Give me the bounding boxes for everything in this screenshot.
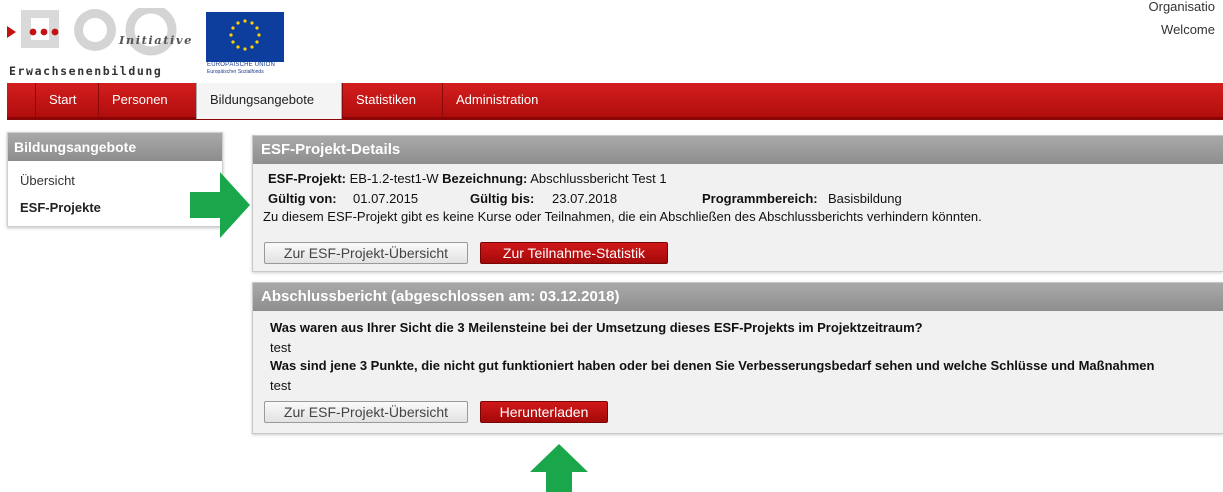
nav-tab-statistiken[interactable]: Statistiken: [342, 83, 442, 117]
eu-esf-logo: EUROPÄISCHE UNION Europäischer Sozialfon…: [206, 12, 284, 76]
question-2: Was sind jene 3 Punkte, die nicht gut fu…: [270, 358, 1155, 373]
projekt-value: EB-1.2-test1-W: [349, 171, 439, 186]
welcome-label: Welcome: [1161, 22, 1215, 37]
programmbereich-label: Programmbereich:: [702, 191, 818, 206]
user-info: Organisatio Welcome: [1149, 0, 1215, 41]
nav-tab-administration[interactable]: Administration: [442, 83, 562, 117]
projekt-label: ESF-Projekt:: [268, 171, 347, 186]
herunterladen-button[interactable]: Herunterladen: [480, 401, 608, 423]
sidebar-title: Bildungsangebote: [8, 133, 222, 161]
organisation-label: Organisatio: [1148, 0, 1215, 14]
nav-tab-start[interactable]: Start: [35, 83, 98, 117]
annotation-arrow-up-icon: [530, 444, 588, 492]
programmbereich-value: Basisbildung: [828, 191, 902, 206]
logo-tagline: Initiative: [119, 33, 193, 47]
esf-projekt-uebersicht-button[interactable]: Zur ESF-Projekt-Übersicht: [264, 401, 468, 423]
annotation-arrow-right-icon: [190, 172, 250, 238]
eu-label: EUROPÄISCHE UNION: [207, 62, 276, 68]
gueltig-bis-value: 23.07.2018: [552, 191, 618, 206]
status-note: Zu diesem ESF-Projekt gibt es keine Kurs…: [263, 209, 982, 224]
panel-title: ESF-Projekt-Details: [253, 136, 1223, 164]
bezeichnung-value: Abschlussbericht Test 1: [530, 171, 667, 186]
gueltig-von-label: Gültig von:: [268, 191, 337, 206]
gueltig-von-value: 01.07.2015: [353, 191, 419, 206]
answer-1: test: [270, 340, 291, 355]
eu-flag-icon: [206, 12, 284, 62]
main-navigation: Start Personen Bildungsangebote Statisti…: [7, 83, 1223, 120]
gueltig-bis-label: Gültig bis:: [470, 191, 535, 206]
projekt-line: ESF-Projekt: EB-1.2-test1-W Bezeichnung:…: [268, 171, 667, 186]
esf-projekt-uebersicht-button[interactable]: Zur ESF-Projekt-Übersicht: [264, 242, 468, 264]
abschlussbericht-panel: Abschlussbericht (abgeschlossen am: 03.1…: [252, 282, 1223, 434]
esf-projekt-details-panel: ESF-Projekt-Details ESF-Projekt: EB-1.2-…: [252, 135, 1223, 272]
answer-2: test: [270, 378, 291, 393]
nav-tab-personen[interactable]: Personen: [98, 83, 196, 117]
logo-wordmark: Erwachsenenbildung: [9, 64, 163, 78]
question-1: Was waren aus Ihrer Sicht die 3 Meilenst…: [270, 320, 923, 335]
sidebar-item-esf-projekte[interactable]: ESF-Projekte: [20, 200, 101, 215]
teilnahme-statistik-button[interactable]: Zur Teilnahme-Statistik: [480, 242, 668, 264]
sidebar-item-uebersicht[interactable]: Übersicht: [20, 173, 75, 188]
panel-title: Abschlussbericht (abgeschlossen am: 03.1…: [253, 283, 1223, 311]
nav-tab-bildungsangebote[interactable]: Bildungsangebote: [196, 83, 342, 119]
initiative-erwachsenenbildung-logo: Initiative Erwachsenenbildung: [7, 4, 203, 78]
bezeichnung-label: Bezeichnung:: [442, 171, 528, 186]
esf-label: Europäischer Sozialfonds: [207, 69, 264, 75]
